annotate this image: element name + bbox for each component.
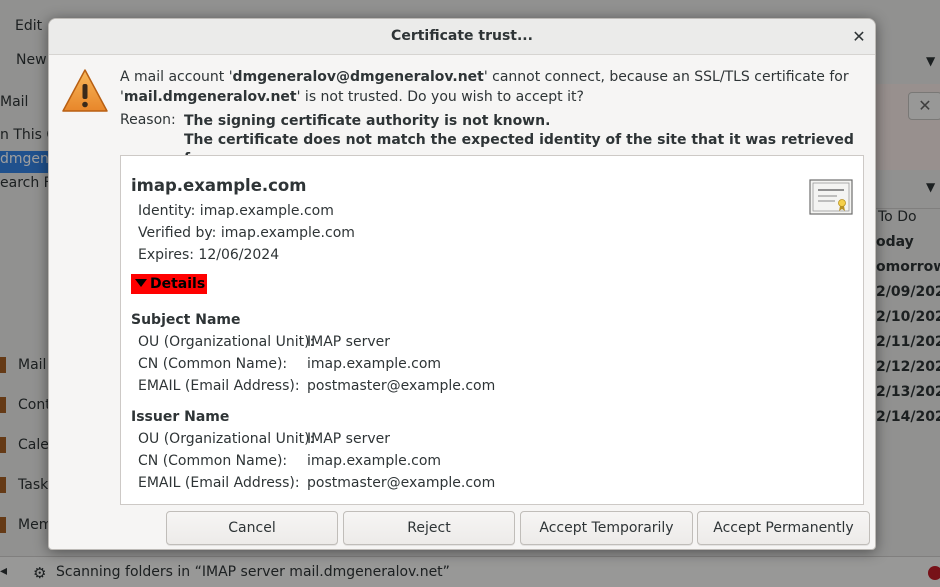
field-label: OU (Organizational Unit): [138,334,315,350]
field-value: IMAP server [307,334,390,350]
details-expander[interactable]: Details [131,274,208,294]
accept-temporarily-button[interactable]: Accept Temporarily [520,511,693,545]
field-label: CN (Common Name): [138,453,288,469]
certificate-viewer[interactable]: imap.example.com Identity: imap.example.… [120,155,864,505]
reason-item: The signing certificate authority is not… [184,113,551,129]
certificate-identity: Identity: imap.example.com [138,203,334,219]
subject-name-title: Subject Name [131,312,241,328]
issuer-name-title: Issuer Name [131,409,230,425]
field-value: postmaster@example.com [307,475,496,491]
dialog-titlebar: Certificate trust... ✕ [49,19,875,55]
triangle-down-icon [135,279,147,287]
dialog-title: Certificate trust... [391,28,533,44]
field-value: imap.example.com [307,356,442,372]
server-host: mail.dmgeneralov.net [123,89,297,105]
field-label: OU (Organizational Unit): [138,431,315,447]
certificate-icon [809,179,853,215]
certificate-hostname: imap.example.com [131,176,307,195]
details-label: Details [150,276,206,292]
field-label: EMAIL (Email Address): [138,475,300,491]
reason-label: Reason: [120,112,176,128]
certificate-trust-dialog: Certificate trust... ✕ A mail account 'd… [48,18,876,550]
cancel-button[interactable]: Cancel [166,511,338,545]
field-value: imap.example.com [307,453,442,469]
account-email: dmgeneralov@dmgeneralov.net [232,69,484,85]
field-value: postmaster@example.com [307,378,496,394]
field-label: CN (Common Name): [138,356,288,372]
warning-icon [62,69,108,112]
field-label: EMAIL (Email Address): [138,378,300,394]
field-value: IMAP server [307,431,390,447]
certificate-verified-by: Verified by: imap.example.com [138,225,355,241]
trust-message: A mail account 'dmgeneralov@dmgeneralov.… [120,69,849,105]
close-icon[interactable]: ✕ [847,25,871,49]
reject-button[interactable]: Reject [343,511,515,545]
accept-permanently-button[interactable]: Accept Permanently [697,511,870,545]
certificate-expires: Expires: 12/06/2024 [138,247,280,263]
